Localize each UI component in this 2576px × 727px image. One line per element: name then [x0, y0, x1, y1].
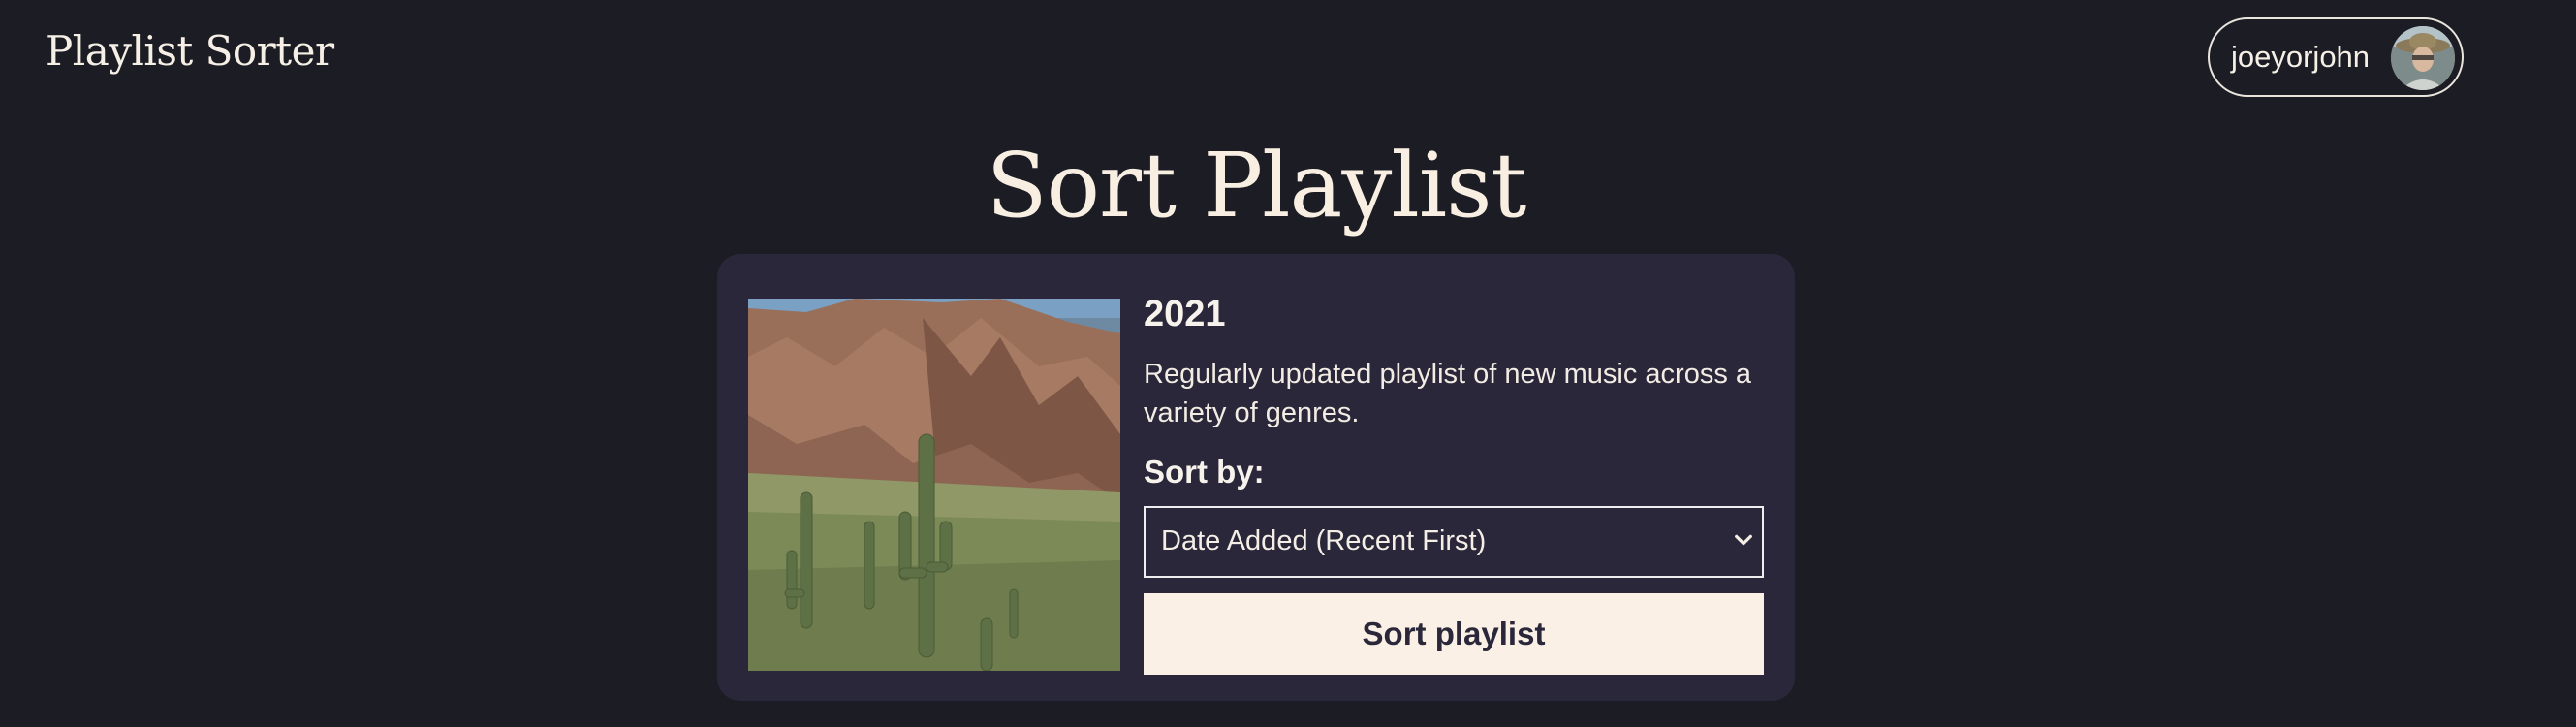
avatar	[2391, 26, 2455, 90]
chevron-down-icon	[1735, 534, 1752, 545]
page-title: Sort Playlist	[986, 134, 1527, 237]
user-menu-button[interactable]: joeyorjohn	[2208, 17, 2464, 97]
brand-logo[interactable]: Playlist Sorter	[46, 27, 334, 75]
playlist-name: 2021	[1144, 294, 1226, 334]
playlist-cover	[748, 299, 1120, 671]
user-avatar-icon	[2391, 26, 2455, 90]
sort-order-select[interactable]: Date Added (Recent First)	[1144, 505, 1764, 578]
desert-cactus-photo-icon	[748, 299, 1120, 671]
playlist-details: 2021 Regularly updated playlist of new m…	[1144, 293, 1764, 675]
sort-playlist-button[interactable]: Sort playlist	[1144, 592, 1764, 675]
playlist-description: Regularly updated playlist of new music …	[1144, 358, 1752, 428]
page: Playlist Sorter joeyorjohn Sort Playlist	[0, 0, 2576, 727]
sort-order-selected-value: Date Added (Recent First)	[1161, 525, 1487, 557]
username-label: joeyorjohn	[2231, 40, 2371, 74]
sort-by-label: Sort by:	[1144, 453, 1265, 490]
playlist-card: 2021 Regularly updated playlist of new m…	[717, 254, 1795, 701]
